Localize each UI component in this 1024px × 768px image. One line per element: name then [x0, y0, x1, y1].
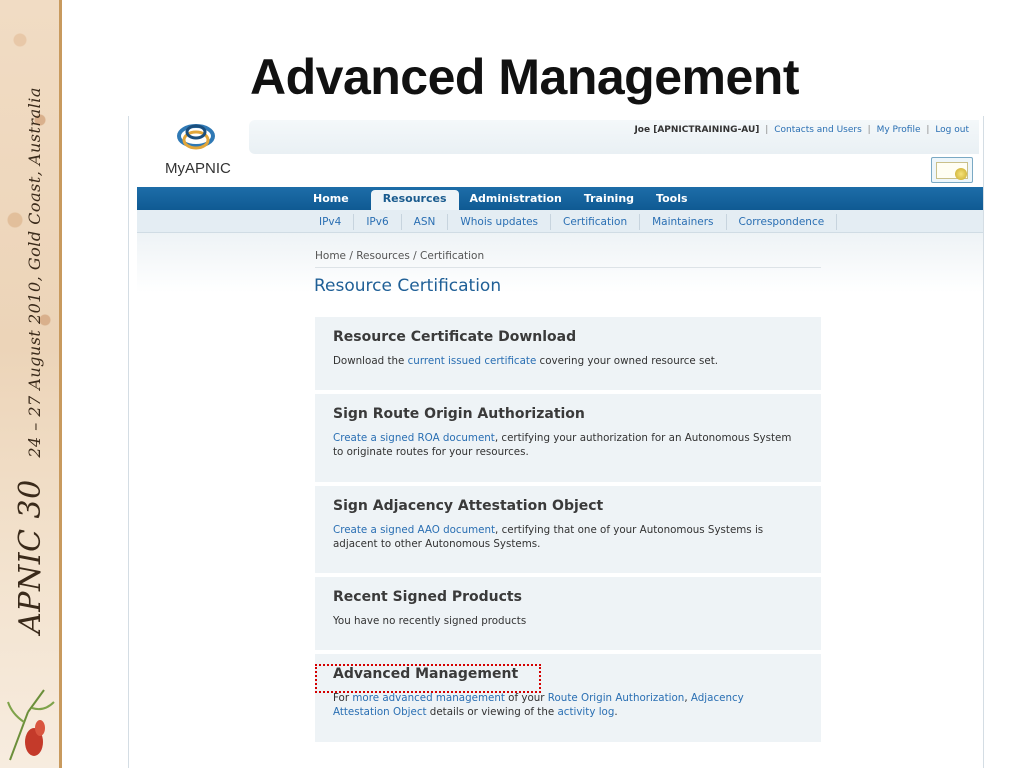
panel-title: Sign Route Origin Authorization	[333, 406, 585, 422]
highlight-callout	[315, 664, 541, 693]
separator: |	[867, 125, 871, 135]
subnav-certification[interactable]: Certification	[551, 213, 641, 230]
panel-title: Sign Adjacency Attestation Object	[333, 498, 604, 514]
user-name: Joe [APNICTRAINING-AU]	[634, 125, 760, 135]
page-title: Resource Certification	[314, 276, 502, 296]
panel-recent-signed-products: Recent Signed Products You have no recen…	[315, 577, 821, 650]
panel-certificate-download: Resource Certificate Download Download t…	[315, 317, 821, 390]
contacts-and-users-link[interactable]: Contacts and Users	[774, 125, 862, 135]
panel-sign-roa: Sign Route Origin Authorization Create a…	[315, 394, 821, 482]
sub-nav: IPv4 IPv6 ASN Whois updates Certificatio…	[137, 210, 983, 233]
certificate-icon[interactable]	[931, 157, 973, 183]
create-aao-link[interactable]: Create a signed AAO document	[333, 524, 495, 536]
subnav-whois-updates[interactable]: Whois updates	[448, 213, 552, 230]
apnic-logo-icon	[177, 124, 215, 150]
panel-text: Create a signed AAO document, certifying…	[333, 524, 764, 550]
create-roa-link[interactable]: Create a signed ROA document	[333, 432, 495, 444]
event-name: APNIC 30	[12, 478, 48, 634]
event-caption: APNIC 30 24 – 27 August 2010, Gold Coast…	[2, 40, 58, 680]
myapnic-screenshot: MyAPNIC Joe [APNICTRAINING-AU] | Contact…	[128, 116, 984, 768]
subnav-ipv4[interactable]: IPv4	[311, 213, 355, 230]
myapnic-logo[interactable]: MyAPNIC	[165, 118, 237, 182]
panel-title: Recent Signed Products	[333, 589, 522, 605]
slide-title: Advanced Management	[250, 49, 799, 105]
event-details: 24 – 27 August 2010, Gold Coast, Austral…	[24, 86, 44, 458]
event-side-banner: APNIC 30 24 – 27 August 2010, Gold Coast…	[0, 0, 62, 768]
logo-text: MyAPNIC	[165, 160, 231, 177]
log-out-link[interactable]: Log out	[935, 125, 969, 135]
panel-sign-aao: Sign Adjacency Attestation Object Create…	[315, 486, 821, 573]
tab-administration[interactable]: Administration	[470, 187, 573, 210]
main-nav: Home Resources Administration Training T…	[137, 187, 983, 210]
tab-training[interactable]: Training	[584, 187, 645, 210]
tab-tools[interactable]: Tools	[656, 187, 698, 210]
panel-text: Create a signed ROA document, certifying…	[333, 432, 792, 458]
activity-log-link[interactable]: activity log	[557, 706, 614, 718]
subnav-ipv6[interactable]: IPv6	[354, 213, 402, 230]
plant-illustration-icon	[7, 689, 55, 761]
route-origin-authorization-link[interactable]: Route Origin Authorization	[548, 692, 685, 704]
panel-text: You have no recently signed products	[333, 615, 527, 627]
current-issued-certificate-link[interactable]: current issued certificate	[408, 355, 537, 367]
user-links: Joe [APNICTRAINING-AU] | Contacts and Us…	[634, 125, 969, 135]
panel-text: For more advanced management of your Rou…	[333, 692, 744, 718]
tab-resources[interactable]: Resources	[370, 190, 459, 210]
subnav-correspondence[interactable]: Correspondence	[727, 213, 838, 230]
breadcrumb: Home / Resources / Certification	[315, 250, 821, 268]
my-profile-link[interactable]: My Profile	[877, 125, 921, 135]
panel-text: Download the current issued certificate …	[333, 355, 719, 367]
subnav-maintainers[interactable]: Maintainers	[640, 213, 727, 230]
panel-title: Resource Certificate Download	[333, 329, 577, 345]
separator: |	[926, 125, 930, 135]
subnav-asn[interactable]: ASN	[402, 213, 449, 230]
more-advanced-management-link[interactable]: more advanced management	[352, 692, 505, 704]
separator: |	[765, 125, 769, 135]
tab-home[interactable]: Home	[313, 187, 360, 210]
